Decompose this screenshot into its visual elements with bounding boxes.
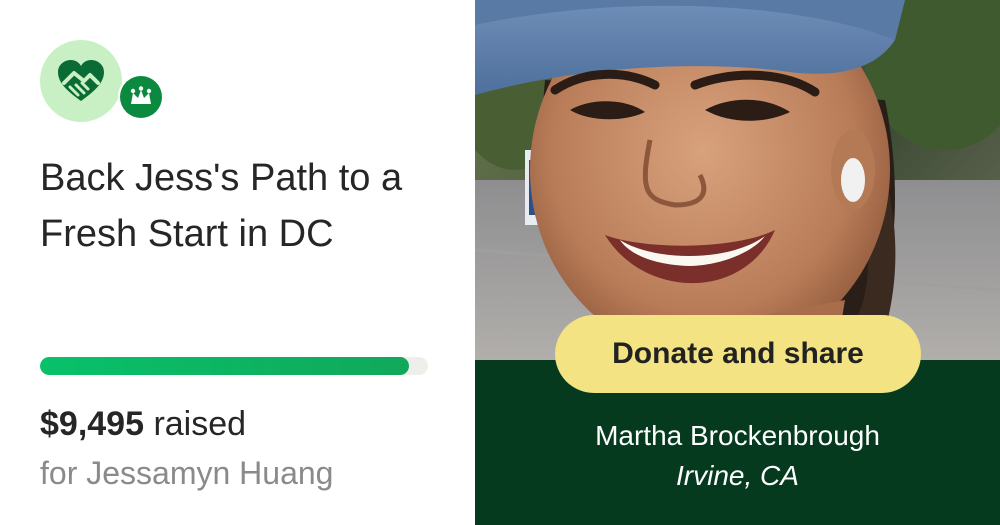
raised-amount: $9,495: [40, 405, 144, 443]
share-card: Back Jess's Path to a Fresh Start in DC …: [0, 0, 1000, 525]
donate-and-share-button[interactable]: Donate and share: [555, 315, 921, 393]
campaign-title: Back Jess's Path to a Fresh Start in DC: [40, 157, 403, 255]
crown-icon: [120, 76, 162, 118]
progress-bar: [40, 357, 428, 375]
progress-fill: [40, 357, 409, 375]
raised-total: $9,495 raised: [40, 405, 246, 444]
sharer-name: Martha Brockenbrough: [595, 420, 880, 451]
brand-logo: [40, 40, 165, 130]
beneficiary-name: for Jessamyn Huang: [40, 455, 334, 491]
raised-label: raised: [144, 405, 247, 443]
heart-handshake-icon: [40, 40, 122, 122]
badge: [118, 74, 164, 120]
campaign-info-panel: Back Jess's Path to a Fresh Start in DC …: [0, 0, 475, 525]
sharer-location: Irvine, CA: [676, 460, 799, 491]
campaign-photo-panel: Donate and share Martha Brockenbrough Ir…: [475, 0, 1000, 525]
